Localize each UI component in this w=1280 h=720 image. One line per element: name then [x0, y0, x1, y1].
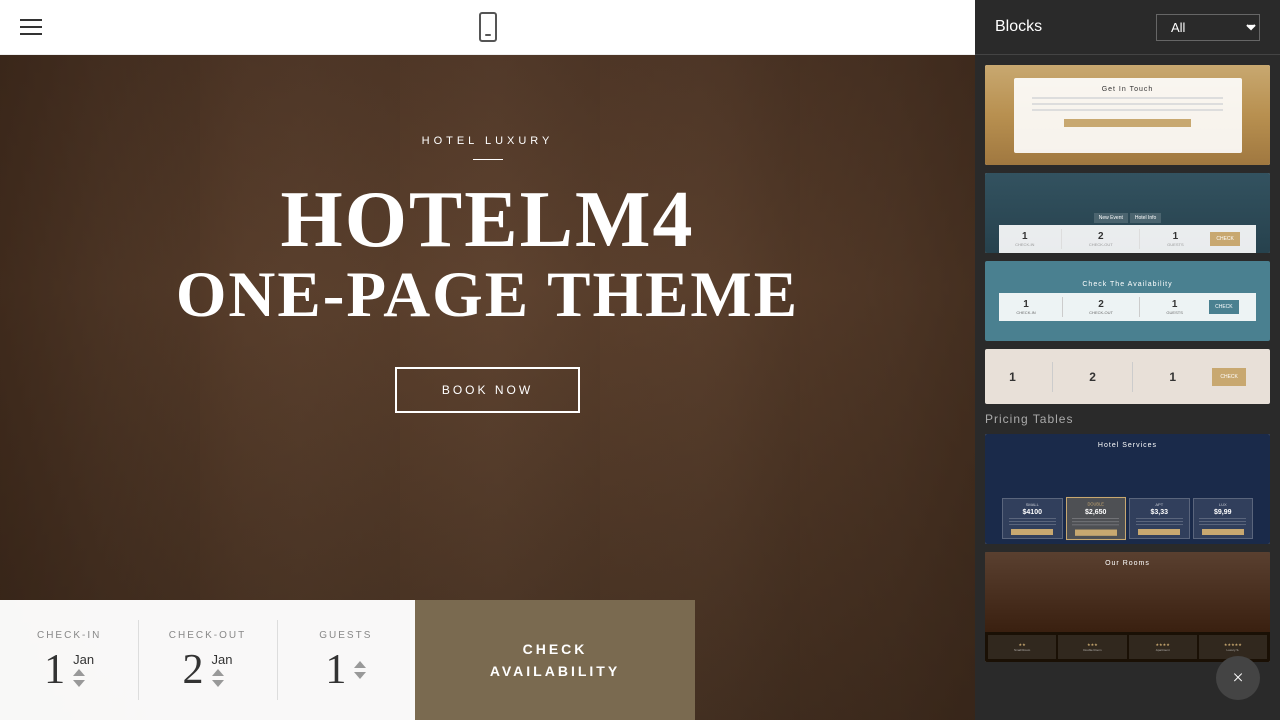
booking-form: CHECK-IN 1 Jan CHECK-OUT [0, 600, 415, 720]
checkin-arrows[interactable] [73, 669, 85, 687]
phone-icon [479, 12, 497, 42]
book-now-button[interactable]: BOOK NOW [395, 367, 580, 413]
thumb-price-card-4: LUX $9,99 [1193, 498, 1254, 539]
block-thumbnail-our-rooms[interactable]: Our Rooms ★★ Small Room ★★★ Double Room … [985, 552, 1270, 662]
thumb-pricing-title: Hotel Services [1098, 442, 1157, 449]
all-dropdown[interactable]: All Headers Features Pricing [1156, 14, 1260, 41]
blocks-header: Blocks All Headers Features Pricing [975, 0, 1280, 55]
thumb-res-bar: 1 CHECK-IN 2 CHECK-OUT 1 GUESTS CHECK [999, 225, 1256, 253]
checkin-field: CHECK-IN 1 Jan [0, 600, 138, 720]
checkout-number: 2 [183, 649, 204, 691]
pricing-tables-label: Pricing Tables [985, 412, 1270, 426]
thumb-contact-bg: Get In Touch [985, 65, 1270, 165]
guests-number: 1 [325, 649, 346, 691]
checkout-arrows[interactable] [212, 669, 224, 687]
thumb-res-tabs: New Event Hotel Info [1094, 213, 1162, 223]
thumb-room-double: ★★★ Double Room [1058, 635, 1126, 659]
blocks-title: Blocks [995, 18, 1042, 36]
checkout-value-row: 2 Jan [183, 649, 233, 691]
guests-up-arrow[interactable] [354, 661, 366, 668]
thumb-price-card-1: SMALL $4100 [1002, 498, 1063, 539]
check-availability-label: CHECKAVAILABILITY [490, 638, 620, 683]
all-dropdown-wrapper[interactable]: All Headers Features Pricing [1156, 14, 1260, 41]
thumb-contact-inner: Get In Touch [1014, 78, 1242, 153]
booking-bar: CHECK-IN 1 Jan CHECK-OUT [0, 600, 695, 720]
thumb-room-apartment: ★★★★ Apartment [1129, 635, 1197, 659]
checkin-down-arrow[interactable] [73, 680, 85, 687]
editor-panel: HOTEL LUXURY HOTELM4 ONE-PAGE THEME BOOK… [0, 0, 975, 720]
checkout-field: CHECK-OUT 2 Jan [138, 600, 276, 720]
thumb-pricing-bg: Hotel Services SMALL $4100 DOUBLE $2,650 [985, 434, 1270, 544]
block-thumbnail-reservation-tabs[interactable]: New Event Hotel Info 1 CHECK-IN 2 CHECK-… [985, 173, 1270, 253]
checkout-label: CHECK-OUT [169, 630, 246, 641]
guests-field: GUESTS 1 [277, 600, 415, 720]
thumb-room-small: ★★ Small Room [988, 635, 1056, 659]
hero-divider [473, 159, 503, 160]
guests-value-row: 1 [325, 649, 366, 691]
hotel-category-label: HOTEL LUXURY [422, 135, 554, 147]
hero-content: HOTEL LUXURY HOTELM4 ONE-PAGE THEME BOOK… [0, 55, 975, 413]
guests-arrows[interactable] [354, 661, 366, 679]
guests-label: GUESTS [319, 630, 372, 641]
hero-title-line2: ONE-PAGE THEME [176, 260, 799, 332]
thumb-avail-bar: 1 CHECK-IN 2 CHECK-OUT 1 GUESTS CHECK [999, 293, 1256, 321]
thumb-price-card-3: APT $3,33 [1129, 498, 1190, 539]
checkout-up-arrow[interactable] [212, 669, 224, 676]
checkin-label: CHECK-IN [37, 630, 101, 641]
hamburger-icon[interactable] [20, 19, 42, 35]
top-bar [0, 0, 975, 55]
thumb-avail-bg: Check The Availability 1 CHECK-IN 2 CHEC… [985, 261, 1270, 341]
close-float-button[interactable]: × [1216, 656, 1260, 700]
block-thumbnail-simple-bar[interactable]: 1 2 1 CHECK [985, 349, 1270, 404]
check-availability-button[interactable]: CHECKAVAILABILITY [415, 600, 695, 720]
right-panel: Blocks All Headers Features Pricing Get … [975, 0, 1280, 720]
checkin-month: Jan [73, 652, 94, 667]
thumb-rooms-title: Our Rooms [985, 560, 1270, 567]
checkin-value-row: 1 Jan [44, 649, 94, 691]
block-thumbnail-check-availability[interactable]: Check The Availability 1 CHECK-IN 2 CHEC… [985, 261, 1270, 341]
checkin-number: 1 [44, 649, 65, 691]
checkin-up-arrow[interactable] [73, 669, 85, 676]
hero-title-line1: HOTELM4 [280, 180, 694, 260]
thumb-price-card-2: DOUBLE $2,650 [1066, 497, 1127, 540]
blocks-scroll-area[interactable]: Get In Touch New Event Hotel Info 1 [975, 55, 1280, 720]
close-icon: × [1232, 668, 1243, 688]
thumb-rooms-bg: Our Rooms ★★ Small Room ★★★ Double Room … [985, 552, 1270, 662]
thumb-reservation-bg: New Event Hotel Info 1 CHECK-IN 2 CHECK-… [985, 173, 1270, 253]
checkout-month: Jan [212, 652, 233, 667]
thumb-simple-bar-bg: 1 2 1 CHECK [985, 349, 1270, 404]
block-thumbnail-hotel-services[interactable]: Hotel Services SMALL $4100 DOUBLE $2,650 [985, 434, 1270, 544]
guests-down-arrow[interactable] [354, 672, 366, 679]
block-thumbnail-contact[interactable]: Get In Touch [985, 65, 1270, 165]
hero-section: HOTEL LUXURY HOTELM4 ONE-PAGE THEME BOOK… [0, 0, 975, 720]
checkout-down-arrow[interactable] [212, 680, 224, 687]
